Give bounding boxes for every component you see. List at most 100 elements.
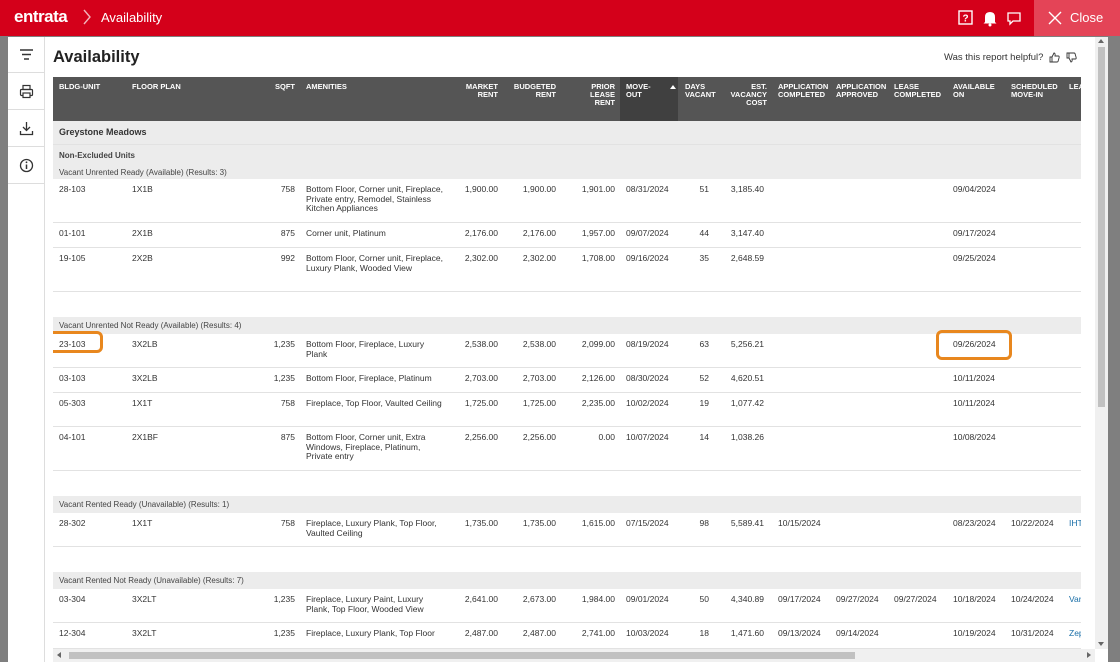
cell-lead[interactable]: Var	[1069, 594, 1081, 605]
col-lead[interactable]: LEA	[1069, 83, 1081, 91]
cell-cost: 1,471.60	[730, 628, 764, 638]
cell-cost: 2,648.59	[730, 253, 764, 263]
col-market-rent[interactable]: MARKET RENT	[453, 83, 498, 99]
cell-market: 2,487.00	[464, 628, 498, 638]
scroll-left-icon[interactable]	[57, 652, 61, 658]
col-move-out-line2: OUT	[626, 90, 642, 99]
table-row[interactable]: 28-103 1X1B 758 Bottom Floor, Corner unit, …	[53, 179, 1081, 223]
cell-days: 44	[699, 228, 709, 238]
cell-sqft: 875	[280, 228, 295, 238]
download-button[interactable]	[8, 111, 45, 147]
col-available-on[interactable]: AVAILABLE ON	[953, 83, 995, 99]
entrata-logo[interactable]: entrata	[14, 7, 68, 27]
scroll-down-icon[interactable]	[1098, 642, 1104, 646]
col-amenities[interactable]: AMENITIES	[306, 83, 347, 91]
cell-unit[interactable]: 03-103	[59, 373, 85, 384]
col-application-completed[interactable]: APPLICATION COMPLETED	[778, 83, 828, 99]
col-budgeted-rent[interactable]: BUDGETED RENT	[508, 83, 556, 99]
table-row[interactable]: 23-103 3X2LB 1,235 Bottom Floor, Fireplace,…	[53, 334, 1081, 368]
col-application-approved[interactable]: APPLICATION APPROVED	[836, 83, 886, 99]
table-row[interactable]: 03-304 3X2LT 1,235 Fireplace, Luxury Paint,…	[53, 589, 1081, 623]
cell-budgeted: 1,725.00	[522, 398, 556, 408]
cell-unit[interactable]: 12-304	[59, 628, 85, 639]
cell-app-approved: 09/14/2024	[836, 628, 879, 638]
cell-app-approved: 09/27/2024	[836, 594, 879, 604]
scroll-right-icon[interactable]	[1087, 652, 1091, 658]
cell-days: 19	[699, 398, 709, 408]
col-days-vacant[interactable]: DAYS VACANT	[685, 83, 716, 99]
filter-button[interactable]	[8, 37, 45, 73]
thumbs-down-icon[interactable]	[1066, 52, 1077, 63]
cell-sqft: 875	[280, 432, 295, 442]
col-scheduled-move-in[interactable]: SCHEDULED MOVE-IN	[1011, 83, 1058, 99]
chevron-right-icon	[83, 9, 91, 25]
col-lease-completed[interactable]: LEASE COMPLETED	[894, 83, 941, 99]
table-row[interactable]: 01-101 2X1B 875 Corner unit, Platinum 2,176.…	[53, 223, 1081, 248]
cell-unit[interactable]: 19-105	[59, 253, 85, 264]
print-button[interactable]	[8, 74, 45, 110]
cell-amenities: Fireplace, Top Floor, Vaulted Ceiling	[306, 398, 442, 408]
col-sqft[interactable]: SQFT	[258, 83, 295, 91]
cell-available: 08/23/2024	[953, 518, 996, 528]
cell-amenities: Bottom Floor, Corner unit, Fireplace, Pr…	[306, 184, 444, 213]
horizontal-scrollbar[interactable]	[53, 649, 1095, 662]
cell-amenities: Fireplace, Luxury Paint, Luxury Plank, T…	[306, 594, 424, 614]
thumbs-up-icon[interactable]	[1049, 52, 1060, 63]
group-header-vacant-rented-not-ready: Vacant Rented Not Ready (Unavailable) (R…	[53, 572, 1081, 589]
info-button[interactable]	[8, 148, 45, 184]
vertical-scrollbar[interactable]	[1095, 37, 1108, 649]
cell-plan: 3X2LB	[132, 373, 158, 383]
cell-lead[interactable]: Zep	[1069, 628, 1081, 639]
cell-unit[interactable]: 28-302	[59, 518, 85, 529]
col-budgeted-rent-line2: RENT	[535, 90, 556, 99]
col-bldg-unit[interactable]: BLDG-UNIT	[59, 83, 100, 91]
help-icon[interactable]: ?	[957, 9, 975, 27]
col-prior-lease-rent[interactable]: PRIOR LEASE RENT	[573, 83, 615, 107]
cell-lead[interactable]: IHT	[1069, 518, 1081, 529]
table-row[interactable]: 05-303 1X1T 758 Fireplace, Top Floor, Vault…	[53, 393, 1081, 427]
cell-market: 2,256.00	[464, 432, 498, 442]
cell-unit[interactable]: 05-303	[59, 398, 85, 409]
cell-available: 10/18/2024	[953, 594, 996, 604]
horizontal-scroll-thumb[interactable]	[69, 652, 855, 659]
group-label: Vacant Rented Ready (Unavailable) (Resul…	[59, 500, 230, 509]
table-row[interactable]: 28-302 1X1T 758 Fireplace, Luxury Plank, To…	[53, 513, 1081, 547]
top-bar: entrata Availability ? Close	[0, 0, 1120, 36]
col-move-out[interactable]: MOVE- OUT	[620, 77, 678, 121]
cell-moveout: 10/07/2024	[626, 432, 669, 442]
cell-unit[interactable]: 28-103	[59, 184, 85, 195]
cell-plan: 1X1B	[132, 184, 153, 194]
table-row[interactable]: 04-101 2X1BF 875 Bottom Floor, Corner unit,…	[53, 427, 1081, 471]
group-header-vacant-rented-ready: Vacant Rented Ready (Unavailable) (Resul…	[53, 496, 1081, 513]
cell-moveout: 08/19/2024	[626, 339, 669, 349]
cell-unit[interactable]: 03-304	[59, 594, 85, 605]
filter-icon	[20, 49, 33, 60]
cell-unit[interactable]: 04-101	[59, 432, 85, 443]
vertical-scroll-thumb[interactable]	[1098, 47, 1105, 407]
col-floor-plan[interactable]: FLOOR PLAN	[132, 83, 181, 91]
col-prior-lease-line3: RENT	[594, 98, 615, 107]
cell-prior: 1,984.00	[581, 594, 615, 604]
table-row[interactable]: 03-103 3X2LB 1,235 Bottom Floor, Fireplace,…	[53, 368, 1081, 393]
close-button[interactable]: Close	[1034, 0, 1120, 36]
cell-market: 2,703.00	[464, 373, 498, 383]
table-row[interactable]: 12-304 3X2LT 1,235 Fireplace, Luxury Plank,…	[53, 623, 1081, 649]
cell-available: 09/25/2024	[953, 253, 996, 263]
table-row[interactable]: 19-105 2X2B 992 Bottom Floor, Corner unit, …	[53, 248, 1081, 292]
col-vacancy-cost[interactable]: EST. VACANCY COST	[723, 83, 767, 107]
cell-available: 10/08/2024	[953, 432, 996, 442]
cell-budgeted: 1,900.00	[522, 184, 556, 194]
cell-market: 1,725.00	[464, 398, 498, 408]
cell-sqft: 992	[280, 253, 295, 263]
cell-unit[interactable]: 01-101	[59, 228, 85, 239]
cell-moveout: 08/30/2024	[626, 373, 669, 383]
cell-budgeted: 2,487.00	[522, 628, 556, 638]
cell-available: 10/19/2024	[953, 628, 996, 638]
chat-icon[interactable]	[1005, 9, 1023, 27]
report-panel: Availability Was this report helpful? BL…	[8, 37, 1108, 662]
cell-market: 1,900.00	[464, 184, 498, 194]
scroll-up-icon[interactable]	[1098, 39, 1104, 43]
bell-icon[interactable]	[981, 9, 999, 27]
unit-highlight-marker	[53, 331, 103, 353]
cell-amenities: Bottom Floor, Fireplace, Luxury Plank	[306, 339, 425, 359]
